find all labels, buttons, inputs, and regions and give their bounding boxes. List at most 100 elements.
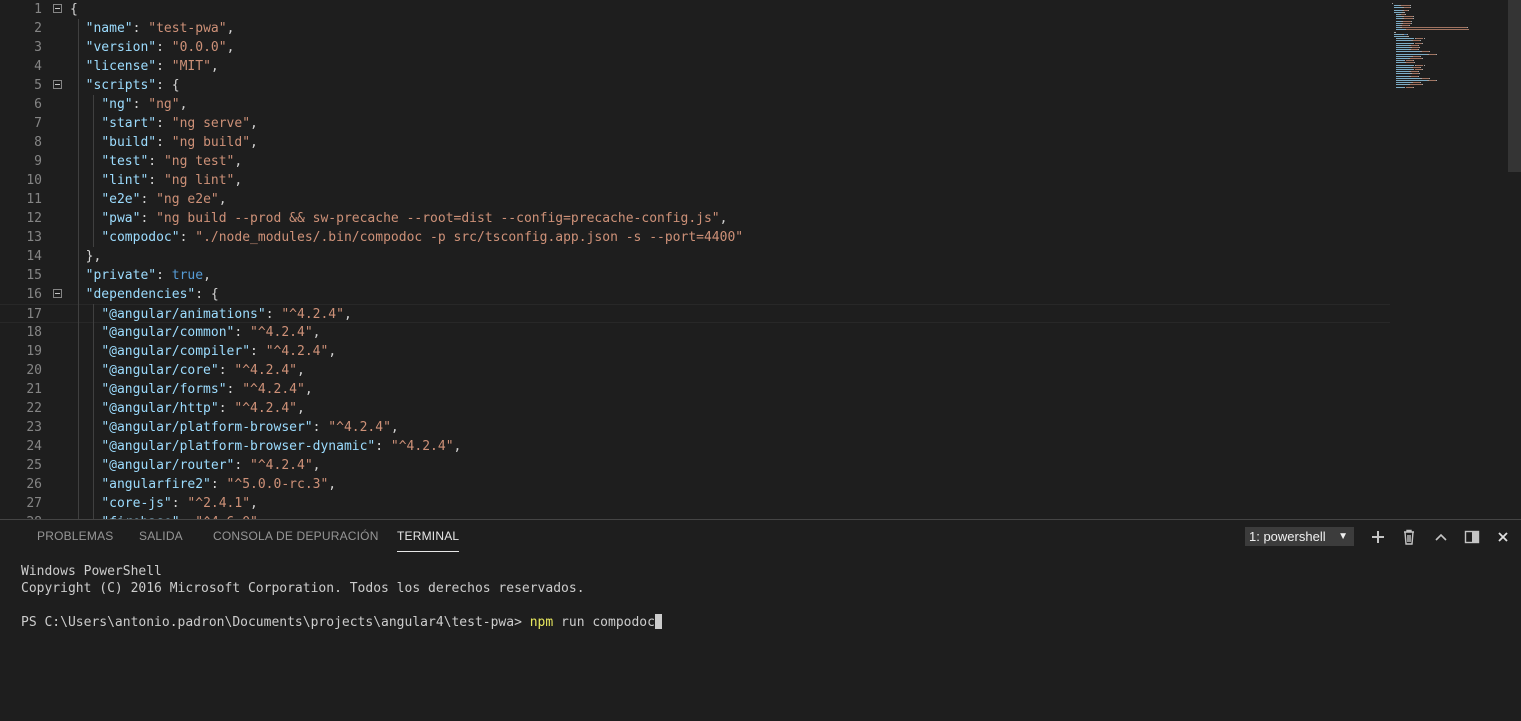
terminal-output[interactable]: Windows PowerShell Copyright (C) 2016 Mi… bbox=[21, 563, 1501, 631]
minimap-line bbox=[1405, 60, 1413, 62]
plus-icon[interactable] bbox=[1369, 528, 1387, 546]
code-token: , bbox=[297, 401, 305, 416]
indent-guide bbox=[93, 304, 95, 519]
minimap-line bbox=[1418, 49, 1420, 51]
minimap-line bbox=[1412, 16, 1414, 18]
fold-toggle-icon[interactable] bbox=[53, 289, 62, 298]
minimap-line bbox=[1410, 5, 1411, 7]
minimap-line bbox=[1395, 29, 1405, 31]
minimap-line bbox=[1412, 60, 1414, 62]
minimap-line bbox=[1393, 9, 1402, 11]
code-token: : { bbox=[156, 78, 180, 93]
minimap-line bbox=[1419, 55, 1421, 57]
code-line[interactable]: 18 "@angular/common": "^4.2.4", bbox=[0, 323, 1390, 342]
code-token: "MIT" bbox=[171, 59, 211, 74]
minimap-line bbox=[1401, 11, 1405, 13]
code-line[interactable]: 24 "@angular/platform-browser-dynamic": … bbox=[0, 437, 1390, 456]
terminal-prompt-line: PS C:\Users\antonio.padron\Documents\pro… bbox=[21, 614, 1501, 631]
minimap-line bbox=[1428, 80, 1437, 81]
code-line[interactable]: 1{ bbox=[0, 0, 1390, 19]
code-token: "license" bbox=[85, 59, 157, 74]
minimap-line bbox=[1423, 64, 1425, 66]
code-line[interactable]: 23 "@angular/platform-browser": "^4.2.4"… bbox=[0, 418, 1390, 437]
code-line[interactable]: 7 "start": "ng serve", bbox=[0, 114, 1390, 133]
minimap-line bbox=[1412, 86, 1414, 88]
minimap-line bbox=[1419, 66, 1421, 68]
minimap[interactable] bbox=[1388, 0, 1498, 110]
code-token: , bbox=[328, 477, 337, 492]
code-line[interactable]: 3 "version": "0.0.0", bbox=[0, 38, 1390, 57]
fold-toggle-icon[interactable] bbox=[53, 80, 62, 89]
code-line[interactable]: 26 "angularfire2": "^5.0.0-rc.3", bbox=[0, 475, 1390, 494]
code-line[interactable]: 17 "@angular/animations": "^4.2.4", bbox=[0, 304, 1390, 323]
code-line[interactable]: 4 "license": "MIT", bbox=[0, 57, 1390, 76]
code-line[interactable]: 20 "@angular/core": "^4.2.4", bbox=[0, 361, 1390, 380]
minimap-line bbox=[1402, 22, 1411, 24]
code-line[interactable]: 8 "build": "ng build", bbox=[0, 133, 1390, 152]
terminal-select[interactable]: 1: powershell ▼ bbox=[1245, 527, 1354, 546]
tab-debug-console[interactable]: CONSOLA DE DEPURACIÓN bbox=[213, 529, 379, 543]
tab-output[interactable]: SALIDA bbox=[139, 529, 183, 543]
code-text: "build": "ng build", bbox=[70, 133, 258, 152]
minimap-line bbox=[1412, 66, 1420, 68]
minimap-line bbox=[1419, 73, 1420, 75]
code-line[interactable]: 10 "lint": "ng lint", bbox=[0, 171, 1390, 190]
minimap-line bbox=[1395, 75, 1410, 77]
code-line[interactable]: 11 "e2e": "ng e2e", bbox=[0, 190, 1390, 209]
minimap-line bbox=[1411, 47, 1419, 48]
code-line[interactable]: 6 "ng": "ng", bbox=[0, 95, 1390, 114]
fold-toggle-icon[interactable] bbox=[53, 4, 62, 13]
minimap-line bbox=[1421, 51, 1429, 53]
code-line[interactable]: 19 "@angular/compiler": "^4.2.4", bbox=[0, 342, 1390, 361]
line-number: 18 bbox=[26, 325, 42, 340]
code-line[interactable]: 21 "@angular/forms": "^4.2.4", bbox=[0, 380, 1390, 399]
code-text: "@angular/router": "^4.2.4", bbox=[70, 456, 320, 475]
line-number: 19 bbox=[26, 344, 42, 359]
line-number: 25 bbox=[26, 458, 42, 473]
chevron-up-icon[interactable] bbox=[1432, 528, 1450, 546]
code-token: , bbox=[234, 173, 243, 188]
editor-scrollbar-thumb[interactable] bbox=[1508, 0, 1521, 172]
code-line[interactable]: 22 "@angular/http": "^4.2.4", bbox=[0, 399, 1390, 418]
tab-terminal[interactable]: TERMINAL bbox=[397, 529, 460, 552]
minimap-line bbox=[1428, 53, 1437, 55]
minimap-line bbox=[1403, 18, 1413, 20]
code-text: "private": true, bbox=[70, 266, 211, 285]
minimap-line bbox=[1412, 55, 1420, 57]
close-icon[interactable] bbox=[1494, 528, 1512, 546]
code-line[interactable]: 25 "@angular/router": "^4.2.4", bbox=[0, 456, 1390, 475]
trash-icon[interactable] bbox=[1400, 528, 1418, 546]
code-line[interactable]: 16 "dependencies": { bbox=[0, 285, 1390, 304]
code-token: , bbox=[719, 211, 728, 226]
code-line[interactable]: 15 "private": true, bbox=[0, 266, 1390, 285]
code-line[interactable]: 27 "core-js": "^2.4.1", bbox=[0, 494, 1390, 513]
code-token: "lint" bbox=[101, 173, 149, 188]
code-line[interactable]: 12 "pwa": "ng build --prod && sw-precach… bbox=[0, 209, 1390, 228]
code-line[interactable]: 14 }, bbox=[0, 247, 1390, 266]
code-editor[interactable]: 1{2 "name": "test-pwa", 3 "version": "0.0… bbox=[0, 0, 1521, 519]
code-token: , bbox=[203, 268, 211, 283]
code-token: "@angular/forms" bbox=[101, 382, 227, 397]
code-token: , bbox=[343, 307, 352, 322]
split-panel-icon[interactable] bbox=[1463, 528, 1481, 546]
code-text: "license": "MIT", bbox=[70, 57, 219, 76]
tab-problems[interactable]: PROBLEMAS bbox=[37, 529, 114, 543]
code-line[interactable]: 9 "test": "ng test", bbox=[0, 152, 1390, 171]
code-token: : bbox=[156, 116, 172, 131]
minimap-line bbox=[1395, 42, 1413, 44]
code-text: "scripts": { bbox=[70, 76, 180, 95]
line-number: 20 bbox=[26, 363, 42, 378]
code-line[interactable]: 5 "scripts": { bbox=[0, 76, 1390, 95]
code-line[interactable]: 2 "name": "test-pwa", bbox=[0, 19, 1390, 38]
code-area[interactable]: 1{2 "name": "test-pwa", 3 "version": "0.0… bbox=[0, 0, 1390, 519]
code-line[interactable]: 13 "compodoc": "./node_modules/.bin/comp… bbox=[0, 228, 1390, 247]
code-token: "private" bbox=[85, 268, 157, 283]
minimap-line bbox=[1419, 82, 1421, 84]
terminal-command-args: run compodoc bbox=[553, 615, 655, 630]
minimap-line bbox=[1393, 33, 1402, 35]
